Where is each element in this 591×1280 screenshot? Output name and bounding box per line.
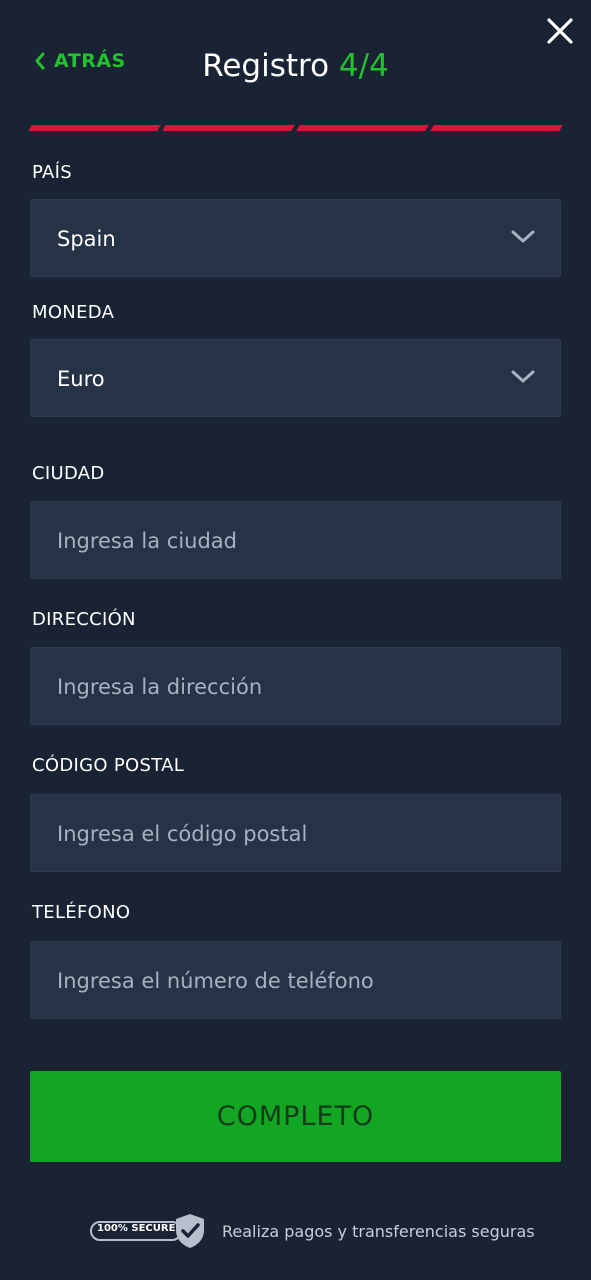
city-input[interactable]: Ingresa la ciudad — [30, 501, 561, 579]
progress-segment — [296, 125, 429, 131]
chevron-down-icon — [511, 230, 535, 243]
address-label: DIRECCIÓN — [32, 609, 136, 630]
header: ATRÁS Registro 4/4 — [0, 0, 591, 131]
phone-input[interactable]: Ingresa el número de teléfono — [30, 941, 561, 1019]
postal-code-placeholder: Ingresa el código postal — [57, 822, 308, 846]
secure-payments-notice: 100% SECURE Realiza pagos y transferenci… — [89, 1212, 535, 1250]
currency-value: Euro — [57, 367, 105, 391]
complete-button[interactable]: COMPLETO — [30, 1071, 561, 1162]
country-value: Spain — [57, 227, 116, 251]
close-icon — [547, 18, 573, 44]
phone-placeholder: Ingresa el número de teléfono — [57, 969, 374, 993]
country-select[interactable]: Spain — [30, 199, 561, 277]
chevron-down-icon — [511, 370, 535, 383]
city-label: CIUDAD — [32, 463, 105, 484]
progress-segment — [430, 125, 563, 131]
currency-select[interactable]: Euro — [30, 339, 561, 417]
country-label: PAÍS — [32, 162, 72, 183]
postal-code-label: CÓDIGO POSTAL — [32, 755, 185, 776]
postal-code-input[interactable]: Ingresa el código postal — [30, 794, 561, 872]
progress-bar — [28, 125, 563, 131]
progress-segment — [162, 125, 295, 131]
secure-badge-text: 100% SECURE — [97, 1223, 176, 1234]
address-input[interactable]: Ingresa la dirección — [30, 647, 561, 725]
address-placeholder: Ingresa la dirección — [57, 675, 263, 699]
shield-check-icon — [176, 1214, 204, 1248]
secure-payments-text: Realiza pagos y transferencias seguras — [222, 1221, 535, 1241]
currency-label: MONEDA — [32, 302, 115, 323]
close-button[interactable] — [545, 16, 575, 46]
phone-label: TELÉFONO — [32, 902, 131, 923]
progress-segment — [28, 125, 161, 131]
secure-badge: 100% SECURE — [89, 1212, 207, 1250]
page-title: Registro 4/4 — [0, 46, 591, 86]
city-placeholder: Ingresa la ciudad — [57, 529, 238, 553]
step-indicator: 4/4 — [338, 48, 389, 84]
page-title-text: Registro — [202, 48, 330, 84]
